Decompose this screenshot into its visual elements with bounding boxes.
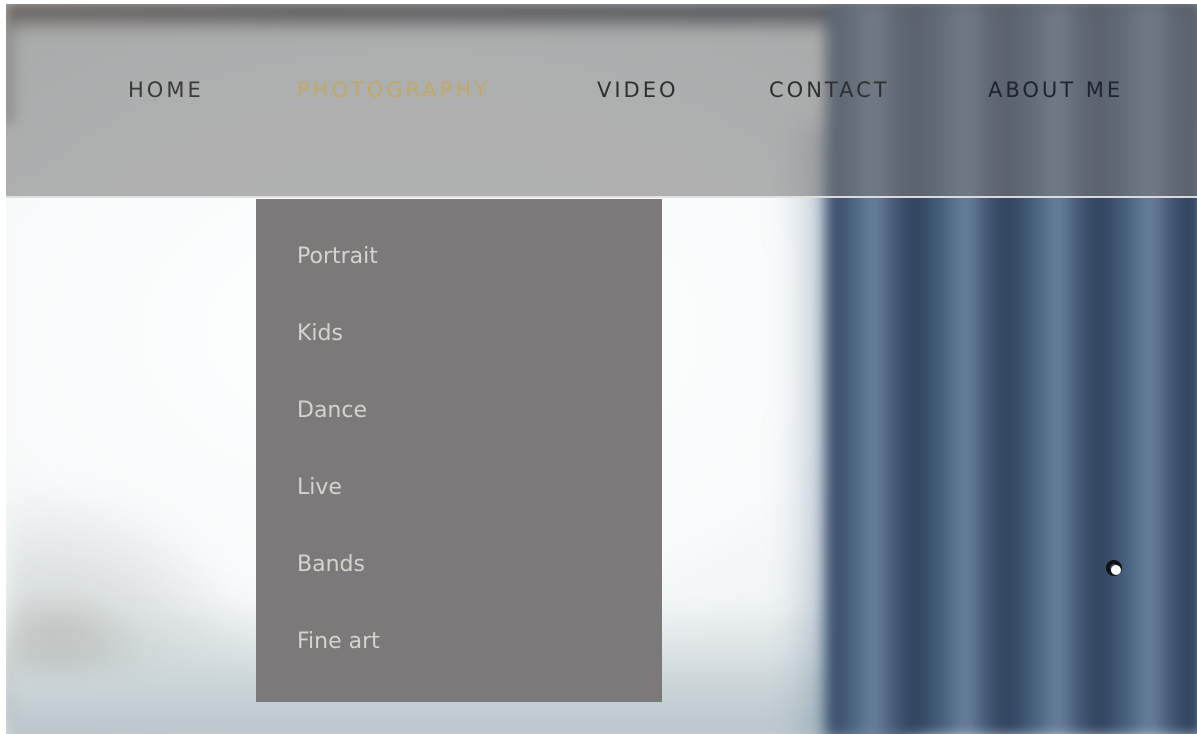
page: HOME PHOTOGRAPHY VIDEO CONTACT ABOUT ME … (0, 0, 1197, 734)
header-nav-bar: HOME PHOTOGRAPHY VIDEO CONTACT ABOUT ME (6, 4, 1197, 198)
photography-dropdown-menu: Portrait Kids Dance Live Bands Fine art (256, 199, 662, 702)
dropdown-item-portrait[interactable]: Portrait (297, 242, 378, 272)
cursor-ring-icon (1106, 560, 1122, 576)
nav-item-about-me[interactable]: ABOUT ME (988, 72, 1123, 108)
dropdown-item-dance[interactable]: Dance (297, 396, 367, 426)
dropdown-item-fine-art[interactable]: Fine art (297, 627, 380, 657)
main-nav: HOME PHOTOGRAPHY VIDEO CONTACT ABOUT ME (6, 72, 1197, 108)
nav-item-photography[interactable]: PHOTOGRAPHY (297, 72, 490, 108)
nav-item-home[interactable]: HOME (128, 72, 204, 108)
dropdown-item-kids[interactable]: Kids (297, 319, 343, 349)
dropdown-item-live[interactable]: Live (297, 473, 342, 503)
nav-item-video[interactable]: VIDEO (597, 72, 679, 108)
nav-item-contact[interactable]: CONTACT (769, 72, 890, 108)
dropdown-item-bands[interactable]: Bands (297, 550, 365, 580)
